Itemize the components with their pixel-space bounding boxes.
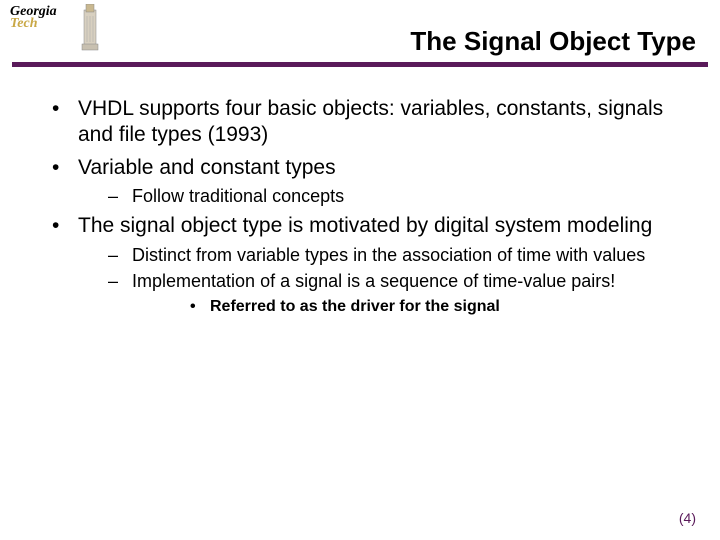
bullet-item: The signal object type is motivated by d… [46,213,690,316]
bullet-item: VHDL supports four basic objects: variab… [46,96,690,149]
bullet-item: Variable and constant types Follow tradi… [46,155,690,208]
sub-bullet-text: Implementation of a signal is a sequence… [132,271,615,291]
sub-bullet-item: Implementation of a signal is a sequence… [78,270,690,317]
sub-bullet-item: Follow traditional concepts [78,185,690,208]
bullet-text: Variable and constant types [78,156,336,179]
sub-bullet-text: Follow traditional concepts [132,186,344,206]
sub-sub-bullet-item: Referred to as the driver for the signal [132,297,690,317]
logo-text: Georgia Tech [10,6,57,30]
logo-line2: Tech [10,16,37,31]
slide-title: The Signal Object Type [410,26,696,57]
slide-content: VHDL supports four basic objects: variab… [46,96,690,323]
sub-bullet-item: Distinct from variable types in the asso… [78,244,690,267]
title-underline [12,62,708,67]
bullet-text: VHDL supports four basic objects: variab… [78,97,663,146]
sub-sub-bullet-text: Referred to as the driver for the signal [210,298,500,315]
page-number: (4) [679,510,696,526]
slide-header: Georgia Tech The Signal Object Type [0,0,720,72]
tech-tower-icon [72,4,108,52]
georgia-tech-logo: Georgia Tech [10,4,100,54]
sub-bullet-text: Distinct from variable types in the asso… [132,245,645,265]
bullet-text: The signal object type is motivated by d… [78,214,652,237]
